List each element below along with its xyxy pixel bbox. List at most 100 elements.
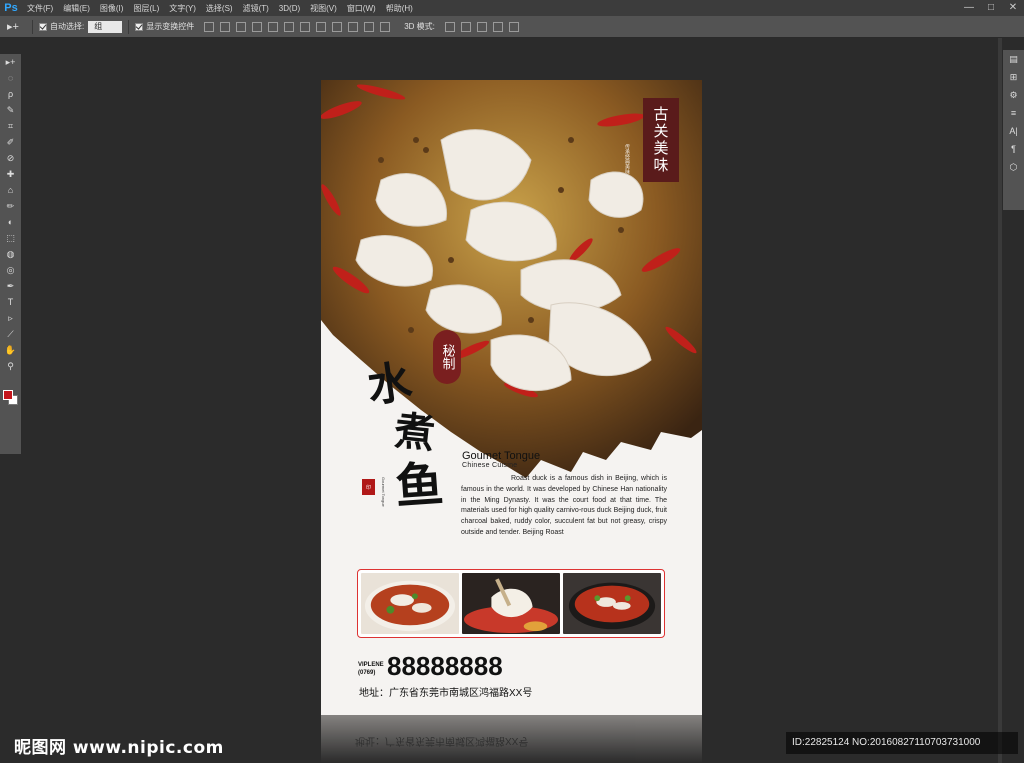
lasso-tool-icon[interactable]: ρ xyxy=(0,86,21,102)
divider xyxy=(128,19,130,34)
dodge-tool-icon[interactable]: ◎ xyxy=(0,262,21,278)
move-tool-icon[interactable]: ▸+ xyxy=(0,54,21,70)
healing-brush-tool-icon[interactable]: ⊘ xyxy=(0,150,21,166)
blur-tool-icon[interactable]: ◍ xyxy=(0,246,21,262)
red-seal-stamp: 印 xyxy=(362,479,375,495)
site-watermark: 昵图网 www.nipic.com xyxy=(14,738,224,758)
minimize-icon[interactable]: — xyxy=(958,0,980,16)
menu-select[interactable]: 选择(S) xyxy=(201,3,238,14)
badge-subtitle: 传承经典美味 xyxy=(624,144,630,174)
poster-address: 地址：广东省东莞市南城区鸿福路XX号 xyxy=(359,688,533,699)
poster-subheading: Chinese Cuisine xyxy=(462,462,518,469)
panels-dock: ▤ ⊞ ⚙ ≡ A| ¶ ⬡ xyxy=(1002,50,1024,210)
distribute-hcenter-icon[interactable] xyxy=(364,21,375,32)
options-bar: ▸+ 自动选择: 组 显示变换控件 3D 模式: xyxy=(0,16,1024,38)
layers-panel-icon[interactable]: ⊞ xyxy=(1003,68,1024,86)
poster-heading: Goumet Tongue xyxy=(462,450,541,462)
auto-select-dropdown[interactable]: 组 xyxy=(88,20,123,33)
distribute-vcenter-icon[interactable] xyxy=(316,21,327,32)
3d-rotate-icon[interactable] xyxy=(444,21,455,32)
vip-label-text: VIPLENE xyxy=(358,662,384,668)
dish-thumbnails xyxy=(357,569,665,638)
zoom-tool-icon[interactable]: ⚲ xyxy=(0,358,21,374)
show-transform-checkbox[interactable] xyxy=(135,22,144,31)
foreground-color-swatch[interactable] xyxy=(3,390,13,400)
show-transform-label: 显示变换控件 xyxy=(146,22,195,31)
3d-scale-icon[interactable] xyxy=(508,21,519,32)
auto-select-checkbox[interactable] xyxy=(39,22,47,31)
dish-thumbnail-1 xyxy=(361,573,459,634)
image-id-watermark: ID:22825124 NO:20160827110703731000 xyxy=(786,732,1018,754)
secret-recipe-tag: 秘制 xyxy=(433,330,461,384)
canvas-poster[interactable]: 古关美味 传承经典美味 秘制 水 煮 鱼 印 Gourmet Tongue Go… xyxy=(321,80,702,715)
distribute-top-icon[interactable] xyxy=(300,21,311,32)
align-right-icon[interactable] xyxy=(284,21,295,32)
ancient-flavor-badge: 古关美味 xyxy=(643,98,679,182)
hand-tool-icon[interactable]: ✋ xyxy=(0,342,21,358)
align-buttons xyxy=(204,21,391,32)
vip-label: VIPLENE (0769) xyxy=(358,661,384,677)
path-select-tool-icon[interactable]: ▹ xyxy=(0,310,21,326)
menu-3d[interactable]: 3D(D) xyxy=(274,4,305,13)
window-controls: — □ ✕ xyxy=(958,0,1024,16)
menu-help[interactable]: 帮助(H) xyxy=(381,3,418,14)
gradient-tool-icon[interactable]: ⬚ xyxy=(0,230,21,246)
auto-select-label: 自动选择: xyxy=(50,22,85,31)
seal-caption: Gourmet Tongue xyxy=(381,477,386,507)
adjustments-panel-icon[interactable]: ≡ xyxy=(1003,104,1024,122)
menu-file[interactable]: 文件(F) xyxy=(22,3,58,14)
3d-pan-icon[interactable] xyxy=(476,21,487,32)
3d-mode-label: 3D 模式: xyxy=(404,22,435,31)
align-top-icon[interactable] xyxy=(204,21,215,32)
3d-roll-icon[interactable] xyxy=(460,21,471,32)
divider xyxy=(32,19,33,34)
menu-filter[interactable]: 滤镜(T) xyxy=(238,3,274,14)
maximize-icon[interactable]: □ xyxy=(980,0,1002,16)
menu-bar: Ps 文件(F) 编辑(E) 图像(I) 图层(L) 文字(Y) 选择(S) 滤… xyxy=(0,0,1024,16)
reflection-address: 地址：广东省东莞市南城区鸿福路XX号 xyxy=(355,735,529,746)
line-tool-icon[interactable]: ⟋ xyxy=(0,326,21,342)
distribute-left-icon[interactable] xyxy=(348,21,359,32)
pen-tool-icon[interactable]: ✒ xyxy=(0,278,21,294)
marquee-tool-icon[interactable]: ◌ xyxy=(0,70,21,86)
tools-panel: ▸+ ◌ ρ ✎ ⌗ ✐ ⊘ ✚ ⌂ ✏ ◐ ⬚ ◍ ◎ ✒ T ▹ ⟋ ✋ ⚲ xyxy=(0,54,22,454)
3d-mode-buttons xyxy=(444,21,519,32)
distribute-bottom-icon[interactable] xyxy=(332,21,343,32)
character-panel-icon[interactable]: A| xyxy=(1003,122,1024,140)
dish-thumbnail-3 xyxy=(563,573,661,634)
area-code: (0769) xyxy=(358,670,376,676)
photoshop-window: Ps 文件(F) 编辑(E) 图像(I) 图层(L) 文字(Y) 选择(S) 滤… xyxy=(0,0,1024,763)
photoshop-logo-icon: Ps xyxy=(4,2,18,14)
align-vcenter-icon[interactable] xyxy=(220,21,231,32)
menu-view[interactable]: 视图(V) xyxy=(305,3,342,14)
eraser-tool-icon[interactable]: ◐ xyxy=(0,214,21,230)
history-panel-icon[interactable]: ▤ xyxy=(1003,50,1024,68)
type-tool-icon[interactable]: T xyxy=(0,294,21,310)
properties-panel-icon[interactable]: ⚙ xyxy=(1003,86,1024,104)
poster-reflection: 地址：广东省东莞市南城区鸿福路XX号 xyxy=(321,715,702,763)
dish-thumbnail-2 xyxy=(462,573,560,634)
title-char-3: 鱼 xyxy=(393,456,446,516)
phone-number: 88888888 xyxy=(387,651,503,681)
menu-window[interactable]: 窗口(W) xyxy=(342,3,381,14)
distribute-right-icon[interactable] xyxy=(380,21,391,32)
menu-layer[interactable]: 图层(L) xyxy=(128,3,164,14)
quick-select-tool-icon[interactable]: ✎ xyxy=(0,102,21,118)
menu-type[interactable]: 文字(Y) xyxy=(164,3,201,14)
history-brush-tool-icon[interactable]: ✏ xyxy=(0,198,21,214)
align-hcenter-icon[interactable] xyxy=(268,21,279,32)
menu-image[interactable]: 图像(I) xyxy=(95,3,129,14)
close-icon[interactable]: ✕ xyxy=(1002,0,1024,16)
menu-edit[interactable]: 编辑(E) xyxy=(58,3,95,14)
3d-panel-icon[interactable]: ⬡ xyxy=(1003,158,1024,176)
align-bottom-icon[interactable] xyxy=(236,21,247,32)
3d-slide-icon[interactable] xyxy=(492,21,503,32)
align-left-icon[interactable] xyxy=(252,21,263,32)
eyedropper-tool-icon[interactable]: ✐ xyxy=(0,134,21,150)
paragraph-panel-icon[interactable]: ¶ xyxy=(1003,140,1024,158)
poster-description: Roast duck is a famous dish in Beijing, … xyxy=(461,475,667,536)
brush-tool-icon[interactable]: ✚ xyxy=(0,166,21,182)
move-tool-icon[interactable]: ▸+ xyxy=(0,20,26,33)
crop-tool-icon[interactable]: ⌗ xyxy=(0,118,21,134)
clone-stamp-tool-icon[interactable]: ⌂ xyxy=(0,182,21,198)
